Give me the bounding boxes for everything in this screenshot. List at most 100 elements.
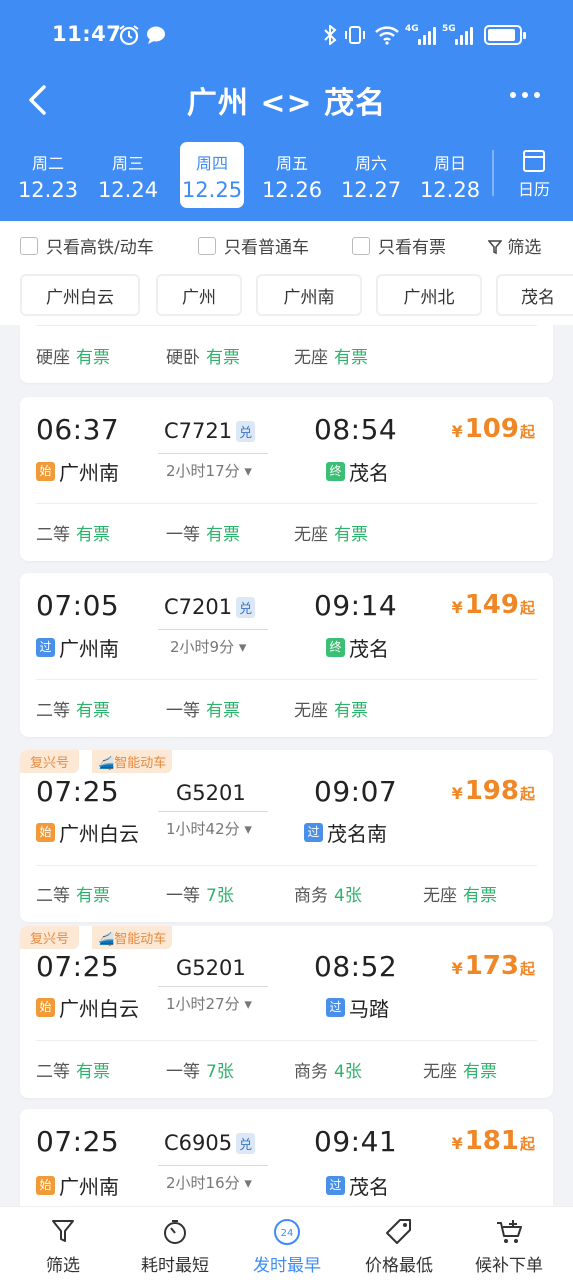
train-icon: 🚄 xyxy=(98,756,115,771)
nav-waitlist-order[interactable]: 候补下单 xyxy=(452,1207,566,1280)
wifi-icon xyxy=(375,26,399,45)
seat-status: 有票 xyxy=(463,886,497,906)
header: 11:47 4G 5G 广州 <> 茂名 周二 12.23 周三 12.24 周四 1… xyxy=(0,0,573,221)
train-number: C7201 兑 xyxy=(164,595,256,619)
arrival-station: 过茂名南 xyxy=(304,818,387,847)
departure-station: 始广州白云 xyxy=(36,993,139,1022)
station-chip[interactable]: 广州 xyxy=(156,274,242,316)
seat-status: 有票 xyxy=(76,348,110,368)
train-card[interactable]: 07:05 C7201 兑 2小时9分 ▾ 09:14 过广州南 终茂名 ¥149… xyxy=(20,573,553,737)
station-chip[interactable]: 广州白云 xyxy=(20,274,140,316)
high-speed-only-checkbox[interactable]: 只看高铁/动车 xyxy=(20,233,154,258)
nav-shortest-duration[interactable]: 耗时最短 xyxy=(118,1207,232,1280)
arrival-station: 过茂名 xyxy=(326,1171,389,1200)
train-card-partial[interactable]: 硬座 有票 硬卧 有票 无座 有票 xyxy=(20,325,553,383)
checkbox-label: 只看普通车 xyxy=(224,238,309,258)
train-number-text: G5201 xyxy=(176,781,246,805)
available-only-checkbox[interactable]: 只看有票 xyxy=(352,233,446,258)
seat-name: 无座 xyxy=(294,701,328,721)
currency: ¥ xyxy=(451,422,463,441)
calendar-button[interactable]: 日历 xyxy=(508,150,560,200)
seat-info: 一等 7张 xyxy=(166,881,234,906)
seat-info: 一等 7张 xyxy=(166,1057,234,1082)
price-suffix: 起 xyxy=(519,1135,535,1153)
arrival-station: 过马踏 xyxy=(326,993,389,1022)
filter-button[interactable]: 筛选 xyxy=(487,233,542,258)
more-icon[interactable] xyxy=(510,92,540,98)
train-card[interactable]: 复兴号 🚄智能动车 07:25 G5201 1小时27分 ▾ 08:52 始广州… xyxy=(20,926,553,1098)
dropdown-triangle-icon: ▾ xyxy=(244,820,252,838)
seat-info: 无座 有票 xyxy=(423,1057,497,1082)
arrival-time: 08:52 xyxy=(314,950,398,983)
station-chip[interactable]: 广州南 xyxy=(256,274,362,316)
divider xyxy=(158,811,268,812)
price: ¥181起 xyxy=(452,1126,535,1156)
price-suffix: 起 xyxy=(519,960,535,978)
nav-label: 耗时最短 xyxy=(141,1256,209,1276)
duration-text: 2小时17分 xyxy=(166,462,240,480)
clock-24-icon: 24 xyxy=(274,1219,300,1245)
network-4g-label: 4G xyxy=(405,24,419,34)
page-title: 广州 <> 茂名 xyxy=(186,86,387,121)
station-name: 马踏 xyxy=(349,997,389,1021)
date-tab-active[interactable]: 周四 12.25 xyxy=(180,142,244,208)
train-card[interactable]: 复兴号 🚄智能动车 07:25 G5201 1小时42分 ▾ 09:07 始广州… xyxy=(20,750,553,922)
nav-earliest-departure[interactable]: 24 发时最早 xyxy=(230,1207,344,1280)
seat-name: 二等 xyxy=(36,1062,70,1082)
train-number-text: G5201 xyxy=(176,956,246,980)
duration: 2小时16分 ▾ xyxy=(166,1172,252,1193)
nav-filter[interactable]: 筛选 xyxy=(6,1207,120,1280)
start-tag: 始 xyxy=(36,1176,55,1195)
date-tab[interactable]: 周日 12.28 xyxy=(418,142,482,208)
exchange-badge: 兑 xyxy=(236,420,256,442)
seat-status: 有票 xyxy=(76,701,110,721)
normal-train-only-checkbox[interactable]: 只看普通车 xyxy=(198,233,309,258)
seat-name: 一等 xyxy=(166,886,200,906)
seat-info: 二等 有票 xyxy=(36,881,110,906)
date-day: 12.24 xyxy=(97,178,159,202)
battery-icon xyxy=(484,25,526,45)
price-suffix: 起 xyxy=(519,599,535,617)
price-tag-icon xyxy=(386,1219,411,1244)
train-card[interactable]: 07:25 C6905 兑 2小时16分 ▾ 09:41 始广州南 过茂名 ¥18… xyxy=(20,1109,553,1219)
date-weekday: 周三 xyxy=(111,154,144,173)
seat-name: 硬座 xyxy=(36,348,70,368)
status-time: 11:47 xyxy=(52,22,122,46)
nav-label: 候补下单 xyxy=(475,1256,543,1276)
train-card[interactable]: 06:37 C7721 兑 2小时17分 ▾ 08:54 始广州南 终茂名 ¥10… xyxy=(20,397,553,561)
seat-status: 有票 xyxy=(463,1062,497,1082)
seat-status: 有票 xyxy=(76,525,110,545)
seat-info: 一等 有票 xyxy=(166,520,240,545)
badge-label: 智能动车 xyxy=(114,932,167,947)
price: ¥149起 xyxy=(452,590,535,620)
station-chip[interactable]: 茂名 xyxy=(496,274,573,316)
divider xyxy=(36,865,537,866)
station-name: 广州南 xyxy=(59,1175,119,1199)
nav-label: 价格最低 xyxy=(365,1256,433,1276)
train-number: G5201 xyxy=(176,781,246,805)
clock-badge: 24 xyxy=(281,1228,294,1239)
departure-time: 07:25 xyxy=(36,1125,120,1158)
date-tab[interactable]: 周二 12.23 xyxy=(16,142,80,208)
currency: ¥ xyxy=(451,959,463,978)
pass-tag: 过 xyxy=(304,823,323,842)
currency: ¥ xyxy=(451,598,463,617)
date-tab[interactable]: 周三 12.24 xyxy=(96,142,160,208)
date-tab[interactable]: 周六 12.27 xyxy=(339,142,403,208)
filter-label: 筛选 xyxy=(507,238,542,258)
seat-status: 4张 xyxy=(334,886,362,906)
checkbox-icon xyxy=(20,236,38,255)
date-weekday: 周六 xyxy=(354,154,387,173)
duration-text: 1小时27分 xyxy=(166,995,240,1013)
nav-lowest-price[interactable]: 价格最低 xyxy=(342,1207,456,1280)
duration: 2小时9分 ▾ xyxy=(170,636,246,657)
date-tab[interactable]: 周五 12.26 xyxy=(260,142,324,208)
departure-station: 始广州南 xyxy=(36,1171,119,1200)
date-weekday: 周五 xyxy=(275,154,308,173)
checkbox-icon xyxy=(352,236,370,255)
checkbox-icon xyxy=(198,236,216,255)
chat-icon xyxy=(147,26,165,44)
arrival-time: 09:41 xyxy=(314,1125,398,1158)
seat-info: 商务 4张 xyxy=(294,881,362,906)
station-chip[interactable]: 广州北 xyxy=(376,274,482,316)
